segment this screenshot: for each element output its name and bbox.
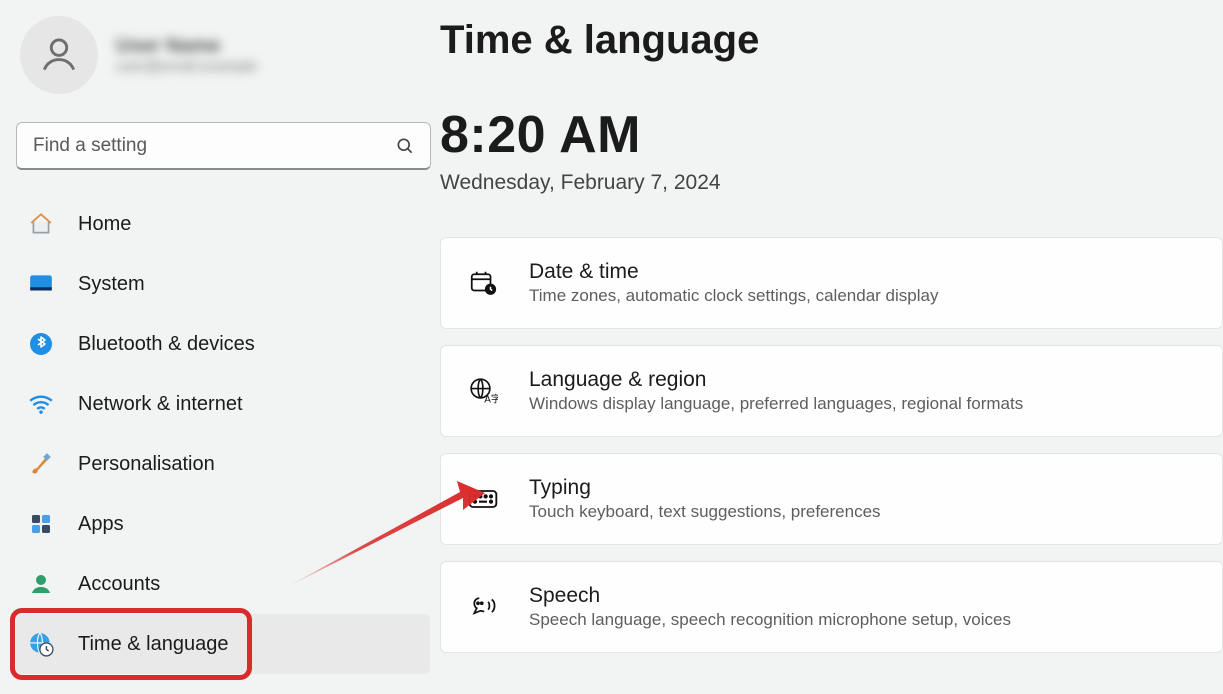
sidebar-item-label: System [78, 273, 145, 296]
clock-time: 8:20 AM [440, 105, 1223, 165]
card-title: Language & region [529, 368, 1023, 392]
main-content: Time & language 8:20 AM Wednesday, Febru… [440, 0, 1223, 694]
apps-icon [28, 511, 54, 537]
sidebar-item-label: Personalisation [78, 453, 215, 476]
profile-block[interactable]: User Name user@email.example [16, 16, 430, 94]
card-speech[interactable]: Speech Speech language, speech recogniti… [440, 561, 1223, 653]
globe-clock-icon [28, 631, 54, 657]
sidebar-item-system[interactable]: System [16, 254, 430, 314]
card-title: Speech [529, 584, 1011, 608]
globe-language-icon: A字 [467, 375, 499, 407]
sidebar-item-home[interactable]: Home [16, 194, 430, 254]
sidebar-item-personalisation[interactable]: Personalisation [16, 434, 430, 494]
svg-text:A字: A字 [484, 392, 498, 405]
search-input[interactable] [16, 122, 431, 170]
card-title: Typing [529, 476, 881, 500]
card-sub: Windows display language, preferred lang… [529, 394, 1023, 414]
sidebar-item-time-language[interactable]: Time & language [16, 614, 430, 674]
wifi-icon [28, 391, 54, 417]
home-icon [28, 211, 54, 237]
nav: Home System Bluetooth & devices Network … [16, 194, 430, 674]
clock-date: Wednesday, February 7, 2024 [440, 171, 1223, 195]
card-title: Date & time [529, 260, 938, 284]
profile-sub: user@email.example [116, 58, 257, 75]
card-sub: Time zones, automatic clock settings, ca… [529, 286, 938, 306]
bluetooth-icon [28, 331, 54, 357]
sidebar-item-label: Home [78, 213, 131, 236]
sidebar-item-label: Network & internet [78, 393, 243, 416]
sidebar-item-label: Accounts [78, 573, 160, 596]
sidebar-item-label: Apps [78, 513, 124, 536]
page-title: Time & language [440, 18, 1223, 63]
calendar-clock-icon [467, 267, 499, 299]
sidebar-item-accounts[interactable]: Accounts [16, 554, 430, 614]
keyboard-icon [467, 483, 499, 515]
card-language-region[interactable]: A字 Language & region Windows display lan… [440, 345, 1223, 437]
sidebar-item-label: Time & language [78, 633, 228, 656]
profile-name: User Name [116, 35, 257, 58]
sidebar-item-apps[interactable]: Apps [16, 494, 430, 554]
account-icon [28, 571, 54, 597]
card-sub: Speech language, speech recognition micr… [529, 610, 1011, 630]
sidebar-item-network[interactable]: Network & internet [16, 374, 430, 434]
avatar [20, 16, 98, 94]
sidebar-item-label: Bluetooth & devices [78, 333, 255, 356]
brush-icon [28, 451, 54, 477]
search-icon [395, 136, 415, 156]
person-icon [37, 33, 81, 77]
card-sub: Touch keyboard, text suggestions, prefer… [529, 502, 881, 522]
card-typing[interactable]: Typing Touch keyboard, text suggestions,… [440, 453, 1223, 545]
settings-cards: Date & time Time zones, automatic clock … [440, 237, 1223, 653]
card-date-time[interactable]: Date & time Time zones, automatic clock … [440, 237, 1223, 329]
sidebar-item-bluetooth[interactable]: Bluetooth & devices [16, 314, 430, 374]
sidebar: User Name user@email.example Home Syst [0, 0, 440, 694]
speech-icon [467, 591, 499, 623]
search-wrap [16, 122, 431, 170]
monitor-icon [28, 271, 54, 297]
profile-text: User Name user@email.example [116, 35, 257, 75]
